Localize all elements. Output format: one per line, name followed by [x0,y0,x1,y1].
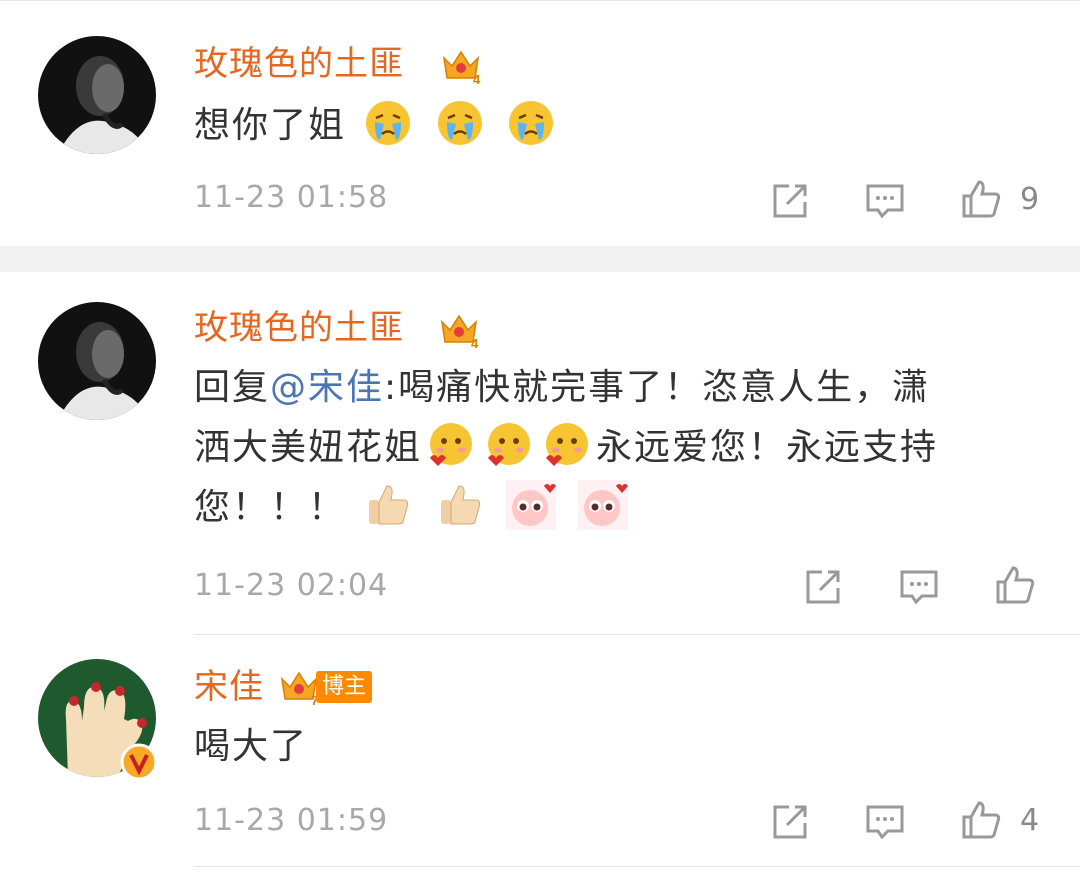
comment-2: 玫瑰色的土匪 4 回复@宋佳:喝痛快就完事了！恣意人生，潇 洒大美妞花姐 永远爱您… [0,272,1080,634]
blowing-kiss-face-icon [488,423,531,466]
like-count: 4 [1020,803,1040,838]
section-gap [0,246,1080,272]
svg-text:4: 4 [473,72,481,86]
timestamp: 11-23 01:58 [194,180,389,215]
username[interactable]: 玫瑰色的土匪 [194,44,404,84]
cute-heart-sticker-icon [506,480,557,530]
comment-text-line3: 您！！！ [194,487,347,528]
comment-text: 想你了姐 [194,96,1054,156]
comment-3: 宋佳 7 博主 喝大了 11-23 01:59 4 [0,635,1080,885]
comment-text-body: 想你了姐 [194,105,347,146]
blowing-kiss-face-icon [430,423,473,466]
blowing-kiss-face-icon [546,423,589,466]
comment-1: 玫瑰色的土匪 4 想你了姐 11-23 01:58 9 [0,0,1080,246]
mention-link[interactable]: @宋佳 [270,367,384,408]
crying-face-icon [509,101,554,145]
timestamp: 11-23 01:59 [194,803,389,838]
comment-text-line2-after: 永远爱您！永远支持 [596,427,939,468]
comment-icon[interactable] [864,180,906,222]
verified-v-icon [120,743,158,781]
comment-icon[interactable] [864,801,906,843]
thumbs-up-emoji-icon [440,485,481,525]
comment-icon[interactable] [898,566,940,608]
avatar[interactable] [38,302,156,420]
crown-level-icon: 7 [280,671,318,707]
share-icon[interactable] [802,566,844,608]
thumbs-up-emoji-icon [369,485,409,525]
crown-level-icon: 4 [442,50,481,86]
thumbs-up-icon[interactable] [994,564,1036,606]
comment-text: 喝大了 [194,726,309,767]
share-icon[interactable] [769,180,811,222]
svg-text:4: 4 [471,336,479,350]
like-count: 9 [1020,182,1040,217]
avatar[interactable] [38,36,156,154]
crying-face-icon [437,101,482,145]
crying-face-icon [366,101,411,145]
crown-level-icon: 4 [440,314,479,350]
blogger-badge: 博主 [316,671,373,703]
reply-prefix: 回复 [194,367,271,408]
comment-text-line1: :喝痛快就完事了！恣意人生，潇 [384,367,931,408]
username[interactable]: 宋佳 [194,667,264,707]
comment-divider [194,866,1080,867]
username[interactable]: 玫瑰色的土匪 [194,308,404,348]
comment-text-line2: 洒大美妞花姐 [194,427,423,468]
thumbs-up-icon[interactable] [960,178,1002,220]
timestamp: 11-23 02:04 [194,568,389,603]
comment-text: 回复@宋佳:喝痛快就完事了！恣意人生，潇 洒大美妞花姐 永远爱您！永远支持 您！！… [194,358,1054,538]
cute-heart-sticker-icon [577,480,628,530]
share-icon[interactable] [769,801,811,843]
thumbs-up-icon[interactable] [960,799,1002,841]
